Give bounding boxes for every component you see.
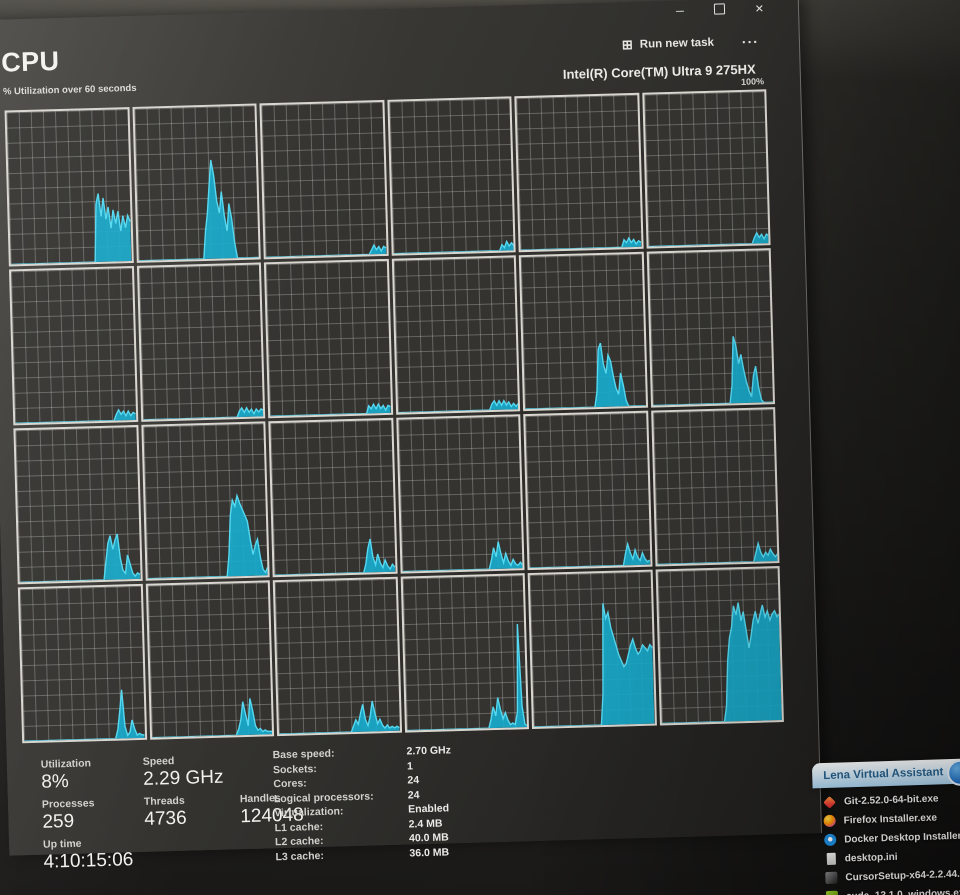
desktop-item-label: CursorSetup-x64-2.2.44.exe: [845, 867, 960, 883]
assistant-title: Lena Virtual Assistant: [823, 765, 944, 782]
spec-value: 1: [406, 759, 414, 773]
spec-value: 40.0 MB: [408, 831, 449, 845]
task-manager-window: ─ ✕ CPU ⊞ Run new task ··· % Utilization…: [0, 0, 823, 873]
cpu-core-graph-19[interactable]: [145, 580, 275, 740]
stat-label: Threads: [143, 794, 185, 808]
photo-of-task-manager: ─ ✕ CPU ⊞ Run new task ··· % Utilization…: [0, 0, 960, 895]
page-title: CPU: [0, 45, 60, 78]
stat-value: 259: [42, 810, 75, 833]
run-new-task-label: Run new task: [639, 36, 715, 51]
git-icon: [823, 796, 836, 809]
stat-label: Utilization: [40, 757, 92, 771]
desktop-item[interactable]: Firefox Installer.exe: [823, 811, 960, 828]
spec-value: 24: [407, 774, 420, 787]
cpu-core-graph-22[interactable]: [527, 569, 657, 730]
cpu-core-graph-16[interactable]: [523, 410, 653, 571]
docker-icon: [824, 833, 837, 847]
cpu-core-graph-9[interactable]: [391, 255, 521, 415]
spec-value: Enabled: [408, 802, 450, 816]
stats-right-block: Base speed: 2.70 GHz Sockets: 1 Cores: 24 Logi…: [272, 743, 454, 864]
spec-value: 2.70 GHz: [406, 744, 452, 758]
desktop-item-label: cuda_13.1.0_windows.exe: [845, 887, 960, 895]
stat-value: 8%: [41, 770, 70, 793]
spec-value: 24: [407, 788, 420, 802]
cpu-core-graph-18[interactable]: [17, 583, 147, 744]
run-new-task-icon: ⊞: [621, 36, 634, 53]
cpu-core-graph-12[interactable]: [13, 424, 143, 585]
cpu-core-graph-5[interactable]: [641, 89, 771, 249]
desktop-item[interactable]: CursorSetup-x64-2.2.44.exe: [825, 867, 960, 885]
cpu-core-graph-0[interactable]: [4, 107, 134, 267]
desktop-item[interactable]: Docker Desktop Installer.exe: [824, 829, 960, 847]
desktop-item[interactable]: desktop.ini: [825, 849, 960, 866]
firefox-icon: [823, 814, 836, 828]
cpu-core-graph-21[interactable]: [400, 573, 530, 733]
desktop-item-label: Git-2.52.0-64-bit.exe: [843, 793, 939, 808]
cursor-icon: [825, 871, 838, 885]
cpu-core-graph-8[interactable]: [263, 258, 393, 419]
assistant-avatar-icon[interactable]: [946, 759, 960, 787]
stat-label: Processes: [41, 797, 95, 811]
desktop-item[interactable]: Git-2.52.0-64-bit.exe: [823, 793, 960, 809]
file-icon: [826, 852, 836, 866]
maximize-button[interactable]: [713, 3, 725, 17]
cpu-core-graph-6[interactable]: [8, 265, 138, 426]
desktop-item-label: Firefox Installer.exe: [843, 812, 938, 826]
cpu-core-graph-20[interactable]: [272, 576, 402, 737]
scale-max-label: 100%: [740, 76, 765, 87]
minimize-button[interactable]: ─: [676, 5, 684, 17]
cuda-icon: [825, 890, 839, 895]
cpu-core-graph-3[interactable]: [386, 96, 516, 256]
cpu-core-graph-1[interactable]: [131, 103, 261, 263]
close-button[interactable]: ✕: [755, 3, 765, 15]
cpu-core-graph-14[interactable]: [268, 417, 398, 578]
assistant-overlay: Lena Virtual Assistant Git-2.52.0-64-bit…: [811, 758, 960, 895]
desktop-item[interactable]: cuda_13.1.0_windows.exe: [825, 887, 960, 895]
desktop-item-label: Docker Desktop Installer.exe: [844, 829, 960, 845]
cpu-core-graph-4[interactable]: [514, 92, 644, 253]
desktop-file-list: Git-2.52.0-64-bit.exe Firefox Installer.e…: [813, 793, 960, 895]
cpu-core-graph-23[interactable]: [655, 566, 784, 726]
logical-processors-grid: [4, 89, 784, 744]
cpu-stats: Utilization Speed 8% 2.29 GHz Processes …: [41, 737, 822, 889]
spec-value: 2.4 MB: [408, 817, 443, 831]
spec-value: 36.0 MB: [409, 845, 450, 859]
cpu-core-graph-7[interactable]: [136, 262, 266, 422]
cpu-core-graph-11[interactable]: [646, 248, 776, 408]
run-new-task-button[interactable]: ⊞ Run new task: [622, 35, 714, 54]
cpu-core-graph-10[interactable]: [518, 251, 648, 412]
cpu-core-graph-2[interactable]: [259, 99, 389, 260]
cpu-core-graph-15[interactable]: [395, 414, 525, 574]
cpu-core-graph-17[interactable]: [650, 407, 780, 567]
desktop-item-label: desktop.ini: [844, 851, 898, 864]
cpu-core-graph-13[interactable]: [140, 421, 270, 581]
more-options-button[interactable]: ···: [742, 33, 759, 49]
maximize-icon: [713, 3, 725, 15]
assistant-tab[interactable]: Lena Virtual Assistant: [811, 758, 960, 789]
stat-value: 4736: [144, 807, 187, 830]
